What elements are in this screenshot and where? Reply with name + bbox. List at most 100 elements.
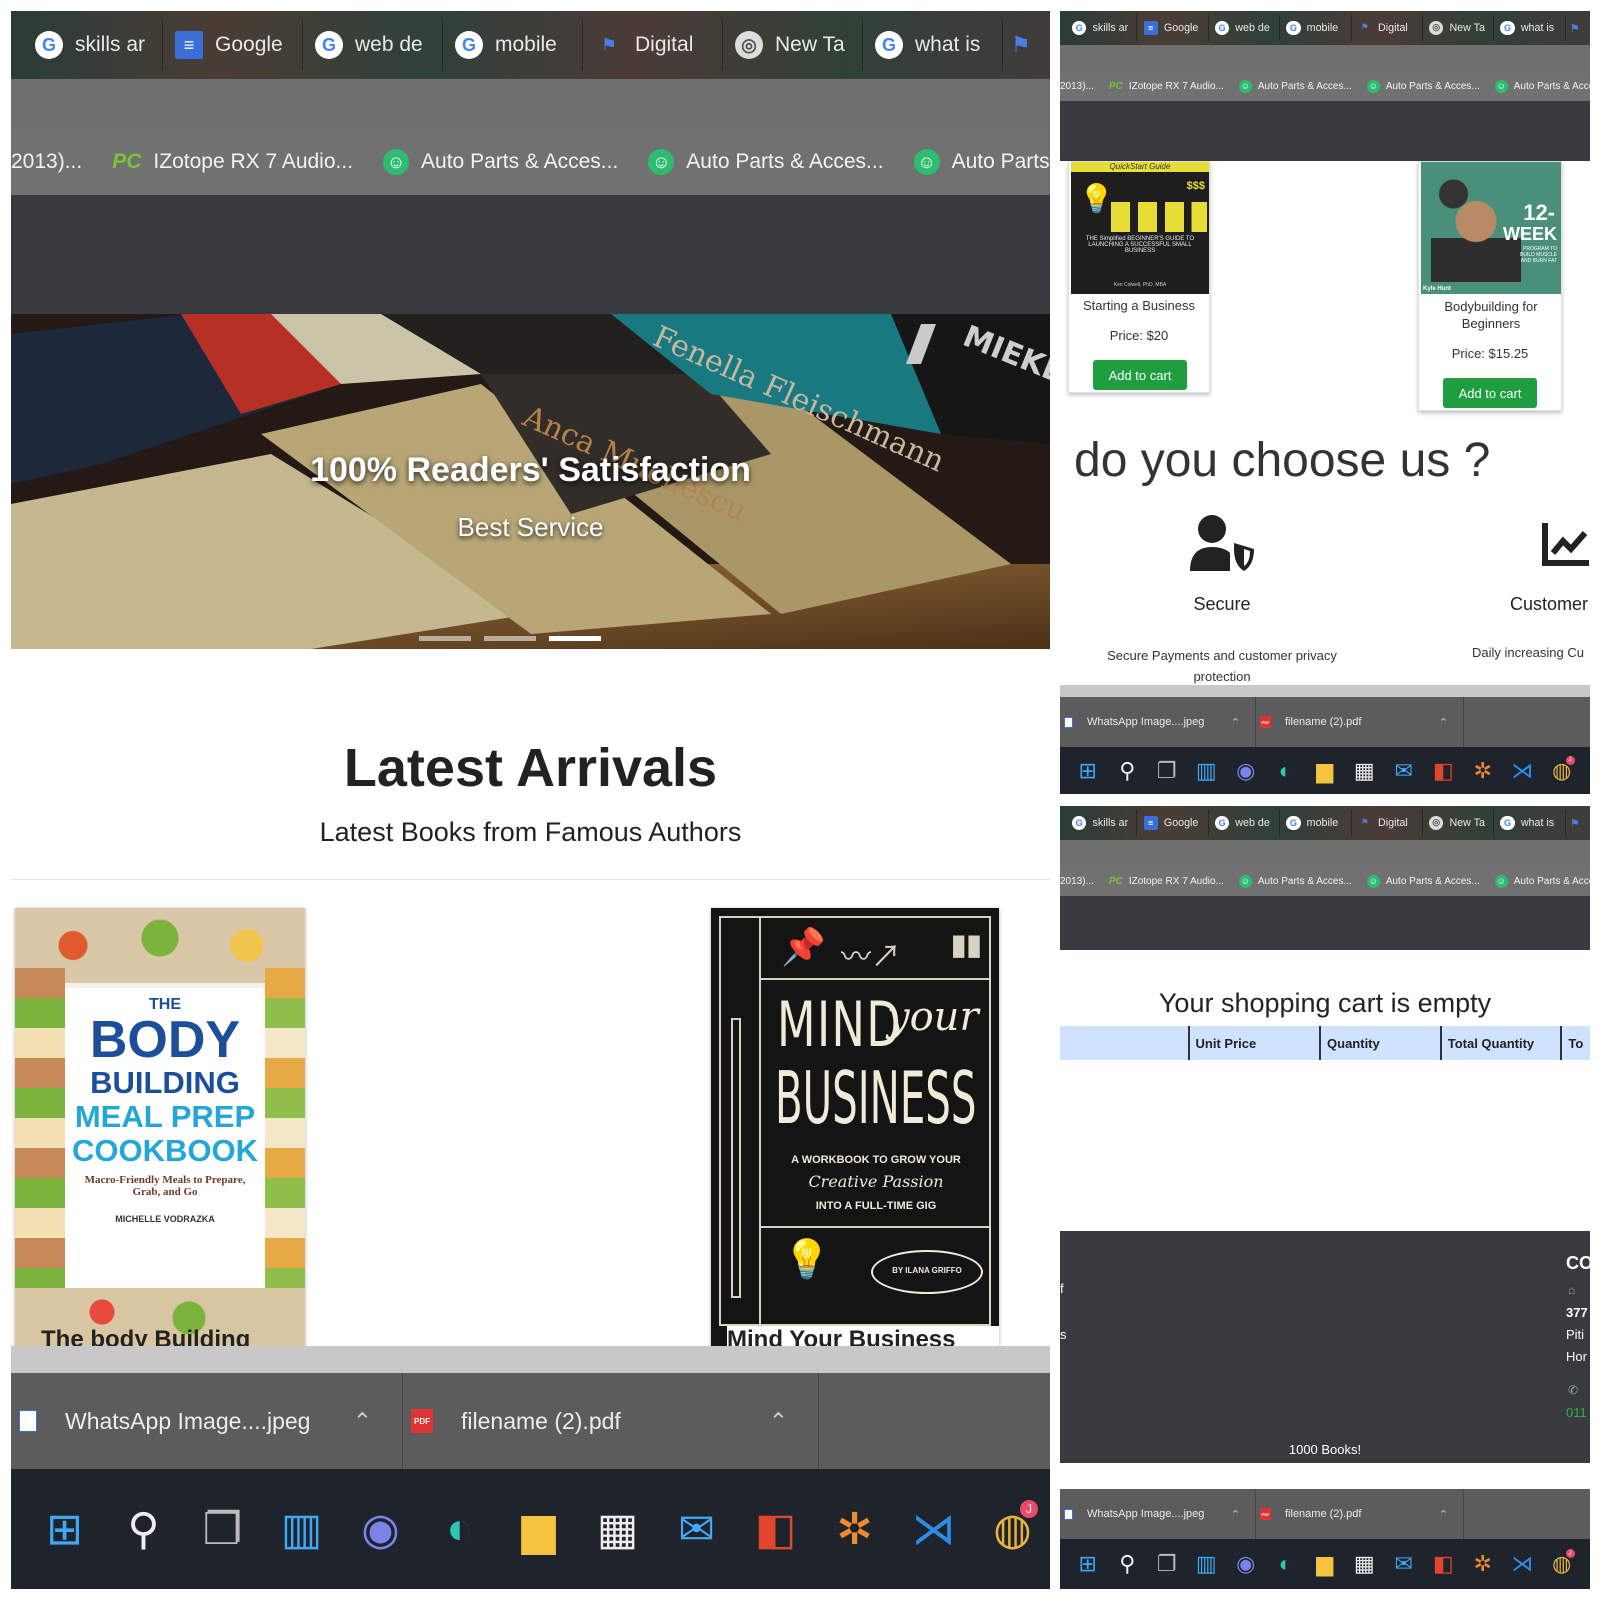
bookmark-item[interactable]: 2013)... <box>1060 876 1094 887</box>
xampp-icon[interactable]: ✲ <box>815 1504 894 1555</box>
windows-start-icon[interactable]: ⊞ <box>25 1504 104 1555</box>
chevron-up-icon[interactable]: ⌃ <box>1439 716 1448 729</box>
book-card-mind-your-business[interactable]: 📌 〰↗ ▮▮ MIND your BUSINESS A WORKBOOK TO… <box>711 908 999 1348</box>
bookmark-item[interactable]: ☺ Auto Parts & Acces... <box>648 149 884 175</box>
search-icon[interactable]: ⚲ <box>1108 758 1148 784</box>
browser-tab[interactable]: Gskills ar <box>23 20 163 70</box>
bookmark-item[interactable]: ☺ Auto Parts & Acces... <box>1238 874 1352 888</box>
file-explorer-icon[interactable]: ▆ <box>1305 758 1345 784</box>
office-icon[interactable]: ◧ <box>1424 758 1464 784</box>
product-card[interactable]: QuickStart Guide 💡 $$$ THE Simplified BE… <box>1068 161 1210 393</box>
chevron-up-icon[interactable]: ⌃ <box>353 1408 372 1435</box>
browser-tab[interactable]: ≡ Google <box>1137 810 1209 836</box>
browser-tab[interactable]: Gwhat is <box>1494 810 1566 836</box>
file-explorer-icon[interactable]: ▆ <box>499 1504 578 1555</box>
browser-tab[interactable]: ◎ New Ta <box>723 20 863 70</box>
carousel-indicator-2[interactable] <box>484 636 536 641</box>
add-to-cart-button[interactable]: Add to cart <box>1443 378 1537 408</box>
browser-tab[interactable]: ≡ Google <box>1137 15 1209 41</box>
browser-tab[interactable]: Gmobile <box>1280 810 1352 836</box>
bookmark-item[interactable]: ☺ Auto Parts & Acces... <box>1366 874 1480 888</box>
chevron-up-icon[interactable]: ⌃ <box>769 1408 788 1435</box>
book-caption[interactable]: Mind Your Business <box>727 1326 999 1348</box>
task-view-icon[interactable]: ❐ <box>1147 758 1187 784</box>
bookmark-item[interactable]: 2013)... <box>1060 81 1094 92</box>
hero-carousel[interactable]: Fenella Fleischmann Anca Muchescu MIEKE … <box>11 314 1050 649</box>
teams-chat-icon[interactable]: ◉ <box>1226 1551 1266 1577</box>
browser-tab[interactable]: ⚑ Digital <box>583 20 723 70</box>
task-view-icon[interactable]: ❐ <box>1147 1551 1187 1577</box>
widgets-icon[interactable]: ▥ <box>262 1504 341 1555</box>
mail-icon[interactable]: ✉ <box>657 1504 736 1555</box>
store-icon[interactable]: ▦ <box>1345 758 1385 784</box>
bookmark-item[interactable]: PC IZotope RX 7 Audio... <box>1109 876 1224 887</box>
bookmark-item[interactable]: 2013)... <box>11 150 82 174</box>
edge-icon[interactable]: ◐ <box>420 1504 499 1554</box>
vscode-icon[interactable]: ⋊ <box>894 1504 973 1555</box>
download-item[interactable]: PDF filename (2).pdf ⌃ <box>1256 697 1464 747</box>
windows-start-icon[interactable]: ⊞ <box>1068 1551 1108 1577</box>
browser-tab[interactable]: Gwhat is <box>863 20 1003 70</box>
windows-start-icon[interactable]: ⊞ <box>1068 758 1108 784</box>
office-icon[interactable]: ◧ <box>1424 1551 1464 1577</box>
edge-icon[interactable]: ◐ <box>1266 1551 1306 1577</box>
browser-tab[interactable]: ◎ New Ta <box>1423 810 1495 836</box>
chevron-up-icon[interactable]: ⌃ <box>1231 1508 1240 1521</box>
bookmark-item[interactable]: PC IZotope RX 7 Audio... <box>1109 81 1224 92</box>
bookmark-item[interactable]: ☺ Auto Parts & Acces... <box>1238 79 1352 93</box>
browser-tab[interactable]: ◎ New Ta <box>1423 15 1495 41</box>
product-title[interactable]: Bodybuilding for Beginners <box>1427 298 1555 332</box>
book-card-body-building[interactable]: THE BODY BUILDING MEAL PREP COOKBOOK Mac… <box>15 908 305 1348</box>
download-item[interactable]: PDF filename (2).pdf ⌃ <box>403 1373 819 1469</box>
browser-tab[interactable]: Gmobile <box>1280 15 1352 41</box>
vscode-icon[interactable]: ⋊ <box>1503 758 1543 784</box>
vscode-icon[interactable]: ⋊ <box>1503 1551 1543 1577</box>
search-icon[interactable]: ⚲ <box>1108 1551 1148 1577</box>
add-to-cart-button[interactable]: Add to cart <box>1093 360 1187 390</box>
bookmark-item[interactable]: ☺ Auto Parts & Acces... <box>1494 874 1590 888</box>
download-item[interactable]: PDF filename (2).pdf ⌃ <box>1256 1489 1464 1539</box>
bookmark-item[interactable]: ☺ Auto Parts & Acces... <box>1366 79 1480 93</box>
bookmark-item[interactable]: ☺ Auto Parts & Acces... <box>1494 79 1590 93</box>
browser-tab[interactable]: Gweb de <box>303 20 443 70</box>
download-item[interactable]: WhatsApp Image....jpeg ⌃ <box>1060 697 1256 747</box>
widgets-icon[interactable]: ▥ <box>1187 1551 1227 1577</box>
chrome-icon[interactable]: ◍ J <box>1542 1549 1582 1577</box>
chrome-icon[interactable]: ◍ J <box>1542 755 1582 784</box>
mail-icon[interactable]: ✉ <box>1384 758 1424 784</box>
chevron-up-icon[interactable]: ⌃ <box>1439 1508 1448 1521</box>
product-title[interactable]: Starting a Business <box>1069 298 1209 313</box>
store-icon[interactable]: ▦ <box>578 1504 657 1555</box>
browser-tab[interactable]: Gwhat is <box>1494 15 1566 41</box>
xampp-icon[interactable]: ✲ <box>1463 758 1503 784</box>
download-item[interactable]: WhatsApp Image....jpeg ⌃ <box>1060 1489 1256 1539</box>
browser-tab[interactable]: Gweb de <box>1209 15 1281 41</box>
browser-tab[interactable]: Gskills ar <box>1066 15 1138 41</box>
browser-tab[interactable]: ≡ Google <box>163 20 303 70</box>
carousel-indicator-3[interactable] <box>549 636 601 641</box>
edge-icon[interactable]: ◐ <box>1266 758 1306 784</box>
download-item[interactable]: WhatsApp Image....jpeg ⌃ <box>11 1373 403 1469</box>
browser-tab[interactable]: Gskills ar <box>1066 810 1138 836</box>
bookmark-item[interactable]: ☺ Auto Parts & Acces... <box>913 149 1050 175</box>
file-explorer-icon[interactable]: ▆ <box>1305 1551 1345 1577</box>
chevron-up-icon[interactable]: ⌃ <box>1231 716 1240 729</box>
browser-tab[interactable]: ⚑ Digital <box>1352 15 1423 41</box>
browser-tab[interactable]: Gweb de <box>1209 810 1281 836</box>
search-icon[interactable]: ⚲ <box>104 1504 183 1555</box>
browser-tab[interactable]: Gmobile <box>443 20 583 70</box>
browser-tab[interactable]: ⚑ Digital <box>1352 810 1423 836</box>
teams-chat-icon[interactable]: ◉ <box>1226 758 1266 784</box>
bookmark-item[interactable]: ☺ Auto Parts & Acces... <box>383 149 618 175</box>
mail-icon[interactable]: ✉ <box>1384 1551 1424 1577</box>
footer-phone[interactable]: 011 <box>1566 1405 1587 1420</box>
widgets-icon[interactable]: ▥ <box>1187 758 1227 784</box>
product-card[interactable]: 12- WEEK PROGRAM TO BUILD MUSCLE AND BUR… <box>1418 161 1562 411</box>
xampp-icon[interactable]: ✲ <box>1463 1551 1503 1577</box>
teams-chat-icon[interactable]: ◉ <box>341 1504 420 1555</box>
task-view-icon[interactable]: ❐ <box>183 1504 262 1555</box>
book-caption[interactable]: The body Building <box>41 1326 250 1348</box>
office-icon[interactable]: ◧ <box>736 1504 815 1555</box>
chrome-icon[interactable]: ◍ J <box>973 1499 1050 1555</box>
store-icon[interactable]: ▦ <box>1345 1551 1385 1577</box>
